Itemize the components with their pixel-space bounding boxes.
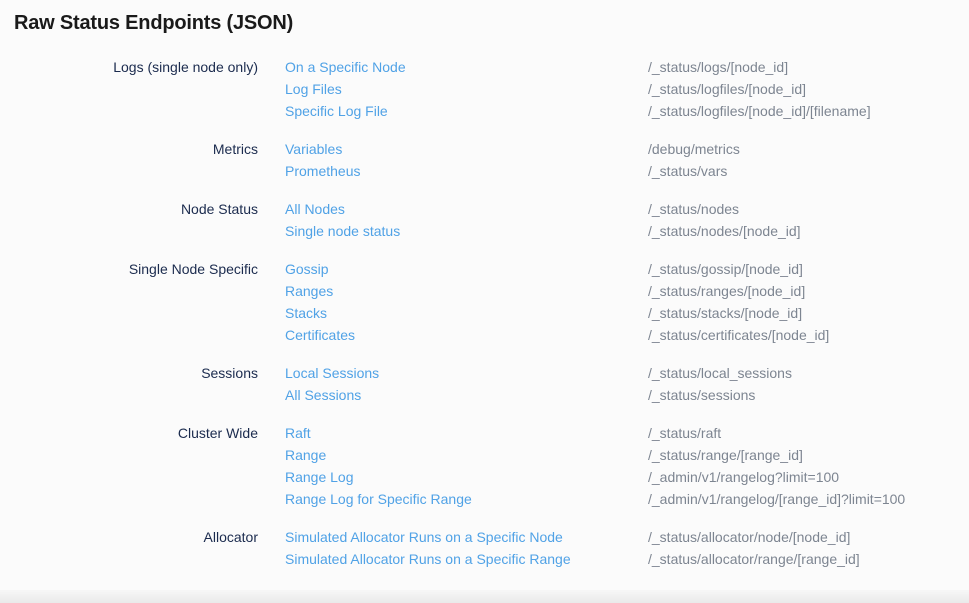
endpoint-row: Log Files/_status/logfiles/[node_id]: [285, 78, 969, 100]
endpoint-path: /_status/nodes: [648, 198, 739, 220]
endpoint-link[interactable]: Ranges: [285, 280, 648, 302]
group-rows: Variables/debug/metricsPrometheus/_statu…: [285, 138, 969, 182]
endpoint-row: Specific Log File/_status/logfiles/[node…: [285, 100, 969, 122]
endpoint-row: Variables/debug/metrics: [285, 138, 969, 160]
category-label: Metrics: [0, 138, 258, 160]
endpoint-row: Single node status/_status/nodes/[node_i…: [285, 220, 969, 242]
endpoint-link[interactable]: Local Sessions: [285, 362, 648, 384]
endpoint-row: Range Log/_admin/v1/rangelog?limit=100: [285, 466, 969, 488]
endpoint-group: Logs (single node only) On a Specific Nod…: [0, 56, 969, 122]
endpoint-row: Range/_status/range/[range_id]: [285, 444, 969, 466]
endpoint-link[interactable]: All Sessions: [285, 384, 648, 406]
endpoint-row: Certificates/_status/certificates/[node_…: [285, 324, 969, 346]
endpoint-row: Simulated Allocator Runs on a Specific R…: [285, 548, 969, 570]
endpoint-path: /_admin/v1/rangelog?limit=100: [648, 466, 839, 488]
endpoint-link[interactable]: Single node status: [285, 220, 648, 242]
debug-endpoints-page: Raw Status Endpoints (JSON) Logs (single…: [0, 0, 969, 570]
endpoint-link[interactable]: Raft: [285, 422, 648, 444]
endpoint-group: Allocator Simulated Allocator Runs on a S…: [0, 526, 969, 570]
endpoint-path: /_status/local_sessions: [648, 362, 792, 384]
category-label: Logs (single node only): [0, 56, 258, 78]
endpoint-link[interactable]: Prometheus: [285, 160, 648, 182]
endpoint-row: Gossip/_status/gossip/[node_id]: [285, 258, 969, 280]
group-rows: Local Sessions/_status/local_sessionsAll…: [285, 362, 969, 406]
endpoint-path: /_status/raft: [648, 422, 721, 444]
endpoint-path: /_status/range/[range_id]: [648, 444, 803, 466]
category-label: Node Status: [0, 198, 258, 220]
endpoint-path: /_admin/v1/rangelog/[range_id]?limit=100: [648, 488, 905, 510]
endpoint-groups: Logs (single node only) On a Specific Nod…: [0, 56, 969, 570]
endpoint-row: All Sessions/_status/sessions: [285, 384, 969, 406]
footer-band: [0, 590, 969, 603]
endpoint-row: Stacks/_status/stacks/[node_id]: [285, 302, 969, 324]
endpoint-path: /_status/sessions: [648, 384, 755, 406]
endpoint-path: /_status/stacks/[node_id]: [648, 302, 802, 324]
endpoint-row: On a Specific Node/_status/logs/[node_id…: [285, 56, 969, 78]
endpoint-link[interactable]: All Nodes: [285, 198, 648, 220]
category-label: Sessions: [0, 362, 258, 384]
endpoint-link[interactable]: Simulated Allocator Runs on a Specific N…: [285, 526, 648, 548]
group-rows: Raft/_status/raftRange/_status/range/[ra…: [285, 422, 969, 510]
endpoint-path: /_status/gossip/[node_id]: [648, 258, 803, 280]
endpoint-row: Range Log for Specific Range/_admin/v1/r…: [285, 488, 969, 510]
endpoint-link[interactable]: Certificates: [285, 324, 648, 346]
endpoint-path: /_status/allocator/range/[range_id]: [648, 548, 860, 570]
endpoint-row: Ranges/_status/ranges/[node_id]: [285, 280, 969, 302]
endpoint-path: /_status/vars: [648, 160, 727, 182]
endpoint-row: Local Sessions/_status/local_sessions: [285, 362, 969, 384]
endpoint-row: All Nodes/_status/nodes: [285, 198, 969, 220]
endpoint-group: Single Node Specific Gossip/_status/gossi…: [0, 258, 969, 346]
group-rows: On a Specific Node/_status/logs/[node_id…: [285, 56, 969, 122]
endpoint-path: /_status/certificates/[node_id]: [648, 324, 829, 346]
category-label: Single Node Specific: [0, 258, 258, 280]
endpoint-link[interactable]: Range Log for Specific Range: [285, 488, 648, 510]
endpoint-path: /_status/logs/[node_id]: [648, 56, 788, 78]
group-rows: All Nodes/_status/nodesSingle node statu…: [285, 198, 969, 242]
endpoint-link[interactable]: Range Log: [285, 466, 648, 488]
endpoint-path: /_status/nodes/[node_id]: [648, 220, 801, 242]
endpoint-path: /_status/logfiles/[node_id]: [648, 78, 806, 100]
endpoint-link[interactable]: Specific Log File: [285, 100, 648, 122]
endpoint-path: /_status/ranges/[node_id]: [648, 280, 805, 302]
endpoint-link[interactable]: Stacks: [285, 302, 648, 324]
endpoint-link[interactable]: Gossip: [285, 258, 648, 280]
endpoint-group: Metrics Variables/debug/metricsPrometheus…: [0, 138, 969, 182]
endpoint-link[interactable]: Variables: [285, 138, 648, 160]
category-label: Allocator: [0, 526, 258, 548]
endpoint-group: Sessions Local Sessions/_status/local_ses…: [0, 362, 969, 406]
endpoint-path: /_status/allocator/node/[node_id]: [648, 526, 850, 548]
endpoint-link[interactable]: Simulated Allocator Runs on a Specific R…: [285, 548, 648, 570]
endpoint-row: Prometheus/_status/vars: [285, 160, 969, 182]
endpoint-link[interactable]: On a Specific Node: [285, 56, 648, 78]
endpoint-path: /_status/logfiles/[node_id]/[filename]: [648, 100, 871, 122]
endpoint-link[interactable]: Log Files: [285, 78, 648, 100]
group-rows: Simulated Allocator Runs on a Specific N…: [285, 526, 969, 570]
endpoint-group: Node Status All Nodes/_status/nodesSingle…: [0, 198, 969, 242]
endpoint-row: Raft/_status/raft: [285, 422, 969, 444]
endpoint-row: Simulated Allocator Runs on a Specific N…: [285, 526, 969, 548]
endpoint-link[interactable]: Range: [285, 444, 648, 466]
group-rows: Gossip/_status/gossip/[node_id]Ranges/_s…: [285, 258, 969, 346]
endpoint-group: Cluster Wide Raft/_status/raftRange/_stat…: [0, 422, 969, 510]
endpoint-path: /debug/metrics: [648, 138, 740, 160]
page-title: Raw Status Endpoints (JSON): [14, 12, 969, 35]
category-label: Cluster Wide: [0, 422, 258, 444]
